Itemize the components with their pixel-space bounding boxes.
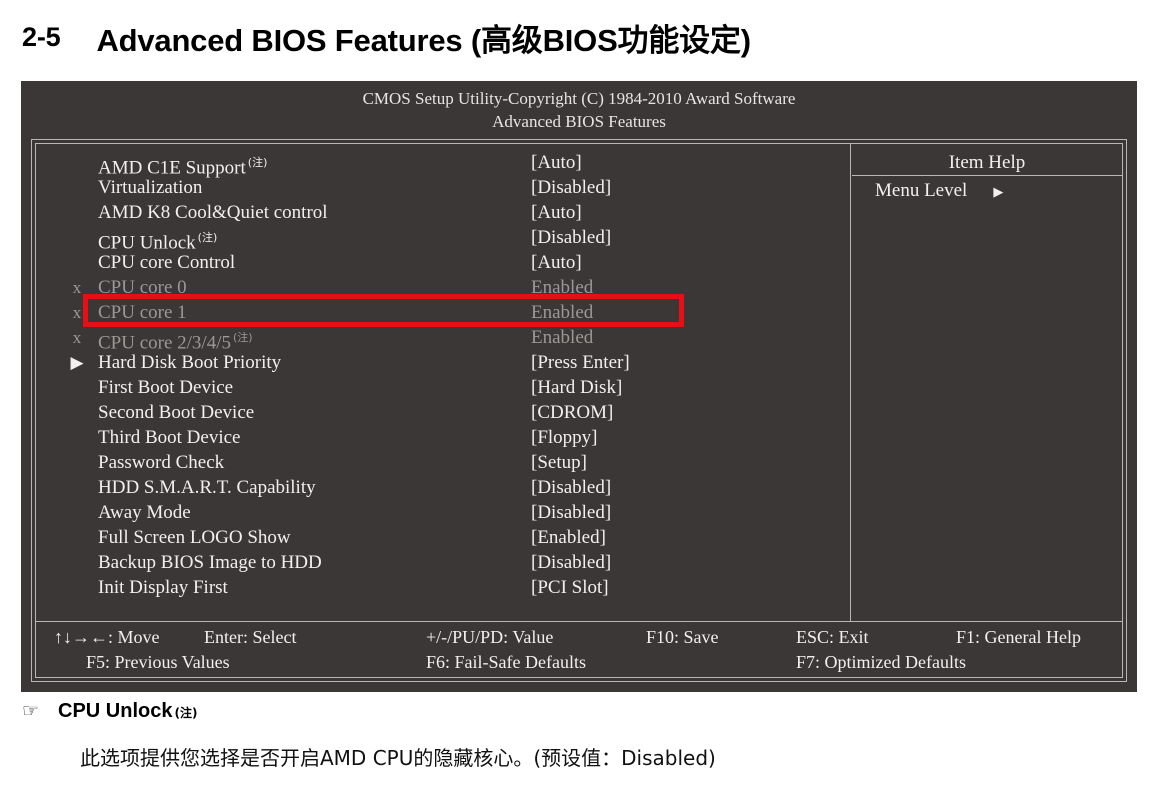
- bios-setting-label: Init Display First: [98, 577, 228, 598]
- bios-setting-label: AMD K8 Cool&Quiet control: [98, 202, 328, 223]
- caption-heading-text: CPU Unlock: [58, 700, 173, 722]
- bios-setting-label: CPU core 0: [98, 277, 187, 298]
- bios-setting-row[interactable]: Third Boot Device [Floppy]: [36, 425, 850, 450]
- bios-setting-value[interactable]: Enabled: [531, 300, 593, 325]
- key-legend-row-2: F5: Previous Values F6: Fail-Safe Default…: [36, 650, 1122, 675]
- bios-setting-row[interactable]: Full Screen LOGO Show [Enabled]: [36, 525, 850, 550]
- caption-block: ☞ CPU Unlock (注) 此选项提供您选择是否开启AMD CPU的隐藏核心…: [22, 700, 1142, 771]
- bios-setting-value[interactable]: [Disabled]: [531, 475, 611, 500]
- bios-setting-value[interactable]: [Disabled]: [531, 550, 611, 575]
- key-legend-item: F7: Optimized Defaults: [796, 652, 966, 672]
- bios-setting-label: Third Boot Device: [98, 427, 241, 448]
- bios-setting-row[interactable]: x CPU core 1 Enabled: [36, 300, 850, 325]
- bios-setting-label: CPU core 1: [98, 302, 187, 323]
- key-legend-item: F6: Fail-Safe Defaults: [426, 652, 586, 672]
- menu-level-row: Menu Level ▶: [852, 176, 1122, 203]
- key-legend-item: +/-/PU/PD: Value: [426, 627, 554, 647]
- bios-setting-row[interactable]: ▶ Hard Disk Boot Priority [Press Enter]: [36, 350, 850, 375]
- bios-setting-row[interactable]: Backup BIOS Image to HDD [Disabled]: [36, 550, 850, 575]
- bios-setting-value[interactable]: [CDROM]: [531, 400, 613, 425]
- bios-setting-value[interactable]: [Auto]: [531, 150, 582, 175]
- bios-setting-label: First Boot Device: [98, 377, 234, 398]
- bios-settings-list: AMD C1E Support (注) [Auto] Virtualization [D…: [36, 144, 851, 622]
- key-legend-item: F5: Previous Values: [86, 652, 230, 672]
- bios-setting-value[interactable]: [Hard Disk]: [531, 375, 622, 400]
- disabled-marker-icon: x: [72, 303, 82, 322]
- bios-copyright-line: CMOS Setup Utility-Copyright (C) 1984-20…: [362, 89, 796, 108]
- bios-setup-screen: CMOS Setup Utility-Copyright (C) 1984-20…: [21, 81, 1137, 692]
- menu-level-label: Menu Level: [875, 180, 968, 201]
- caption-heading: ☞ CPU Unlock (注): [22, 700, 1142, 734]
- bios-setting-row[interactable]: CPU Unlock (注) [Disabled]: [36, 225, 850, 253]
- bios-setting-value[interactable]: [Auto]: [531, 200, 582, 225]
- key-legend-item: ESC: Exit: [796, 627, 869, 647]
- bios-setting-value[interactable]: [Press Enter]: [531, 350, 630, 375]
- pointing-hand-icon: ☞: [22, 701, 40, 722]
- bios-setting-row[interactable]: Second Boot Device [CDROM]: [36, 400, 850, 425]
- bios-setting-row[interactable]: Init Display First [PCI Slot]: [36, 575, 850, 600]
- key-legend-item: ↑↓→←: Move: [54, 627, 160, 647]
- bios-setting-row[interactable]: x CPU core 2/3/4/5 (注) Enabled: [36, 325, 850, 353]
- bios-setting-label: Away Mode: [98, 502, 191, 523]
- footnote-marker: (注): [197, 231, 218, 244]
- bios-page-name: Advanced BIOS Features: [492, 112, 666, 131]
- bios-setting-row[interactable]: AMD C1E Support (注) [Auto]: [36, 150, 850, 178]
- disabled-marker-icon: x: [72, 278, 82, 297]
- bios-setting-row[interactable]: AMD K8 Cool&Quiet control [Auto]: [36, 200, 850, 225]
- bios-setting-value[interactable]: [Auto]: [531, 250, 582, 275]
- bios-header: CMOS Setup Utility-Copyright (C) 1984-20…: [21, 87, 1137, 133]
- bios-setting-value[interactable]: Enabled: [531, 325, 593, 350]
- bios-setting-value[interactable]: [Disabled]: [531, 175, 611, 200]
- disabled-marker-icon: x: [72, 328, 82, 347]
- bios-setting-value[interactable]: [Enabled]: [531, 525, 606, 550]
- section-title-text: Advanced BIOS Features (高级BIOS功能设定): [96, 22, 751, 58]
- bios-setting-row[interactable]: Virtualization [Disabled]: [36, 175, 850, 200]
- bios-setting-row[interactable]: HDD S.M.A.R.T. Capability [Disabled]: [36, 475, 850, 500]
- caption-body-text: 此选项提供您选择是否开启AMD CPU的隐藏核心。(预设值：Disabled): [80, 746, 716, 770]
- page-title: 2-5 Advanced BIOS Features (高级BIOS功能设定): [22, 12, 1142, 62]
- caption-note-marker: (注): [174, 706, 198, 720]
- bios-setting-row[interactable]: Away Mode [Disabled]: [36, 500, 850, 525]
- bios-setting-value[interactable]: Enabled: [531, 275, 593, 300]
- bios-setting-label: Backup BIOS Image to HDD: [98, 552, 322, 573]
- bios-setting-label: Password Check: [98, 452, 225, 473]
- key-legend-item: Enter: Select: [204, 627, 297, 647]
- menu-level-arrow-icon: ▶: [993, 184, 1004, 199]
- section-number: 2-5: [22, 21, 61, 52]
- key-legend-row-1: ↑↓→←: Move Enter: Select +/-/PU/PD: Value F…: [36, 625, 1122, 650]
- key-legend-item: F10: Save: [646, 627, 719, 647]
- bios-setting-value[interactable]: [Floppy]: [531, 425, 598, 450]
- bios-setting-value[interactable]: [PCI Slot]: [531, 575, 609, 600]
- bios-setting-label: Hard Disk Boot Priority: [98, 352, 282, 373]
- bios-panel-inner-border: AMD C1E Support (注) [Auto] Virtualization [D…: [35, 143, 1123, 678]
- bios-setting-label: HDD S.M.A.R.T. Capability: [98, 477, 316, 498]
- bios-setting-label: Virtualization: [98, 177, 203, 198]
- bios-setting-label: CPU core Control: [98, 252, 236, 273]
- bios-setting-row[interactable]: x CPU core 0 Enabled: [36, 275, 850, 300]
- bios-setting-label: Second Boot Device: [98, 402, 255, 423]
- submenu-arrow-icon: ▶: [70, 353, 84, 372]
- bios-setting-value[interactable]: [Setup]: [531, 450, 587, 475]
- footnote-marker: (注): [233, 331, 253, 344]
- bios-setting-row[interactable]: First Boot Device [Hard Disk]: [36, 375, 850, 400]
- bios-setting-row[interactable]: CPU core Control [Auto]: [36, 250, 850, 275]
- bios-setting-label: Full Screen LOGO Show: [98, 527, 291, 548]
- bios-setting-value[interactable]: [Disabled]: [531, 225, 611, 250]
- item-help-title: Item Help: [852, 150, 1122, 176]
- bios-setting-value[interactable]: [Disabled]: [531, 500, 611, 525]
- bios-setting-row[interactable]: Password Check [Setup]: [36, 450, 850, 475]
- footnote-marker: (注): [247, 156, 268, 169]
- bios-key-legend: ↑↓→←: Move Enter: Select +/-/PU/PD: Value F…: [36, 621, 1122, 677]
- item-help-panel: Item Help Menu Level ▶: [852, 144, 1122, 622]
- bios-panel-outer-border: AMD C1E Support (注) [Auto] Virtualization [D…: [31, 139, 1127, 682]
- key-legend-item: F1: General Help: [956, 627, 1081, 647]
